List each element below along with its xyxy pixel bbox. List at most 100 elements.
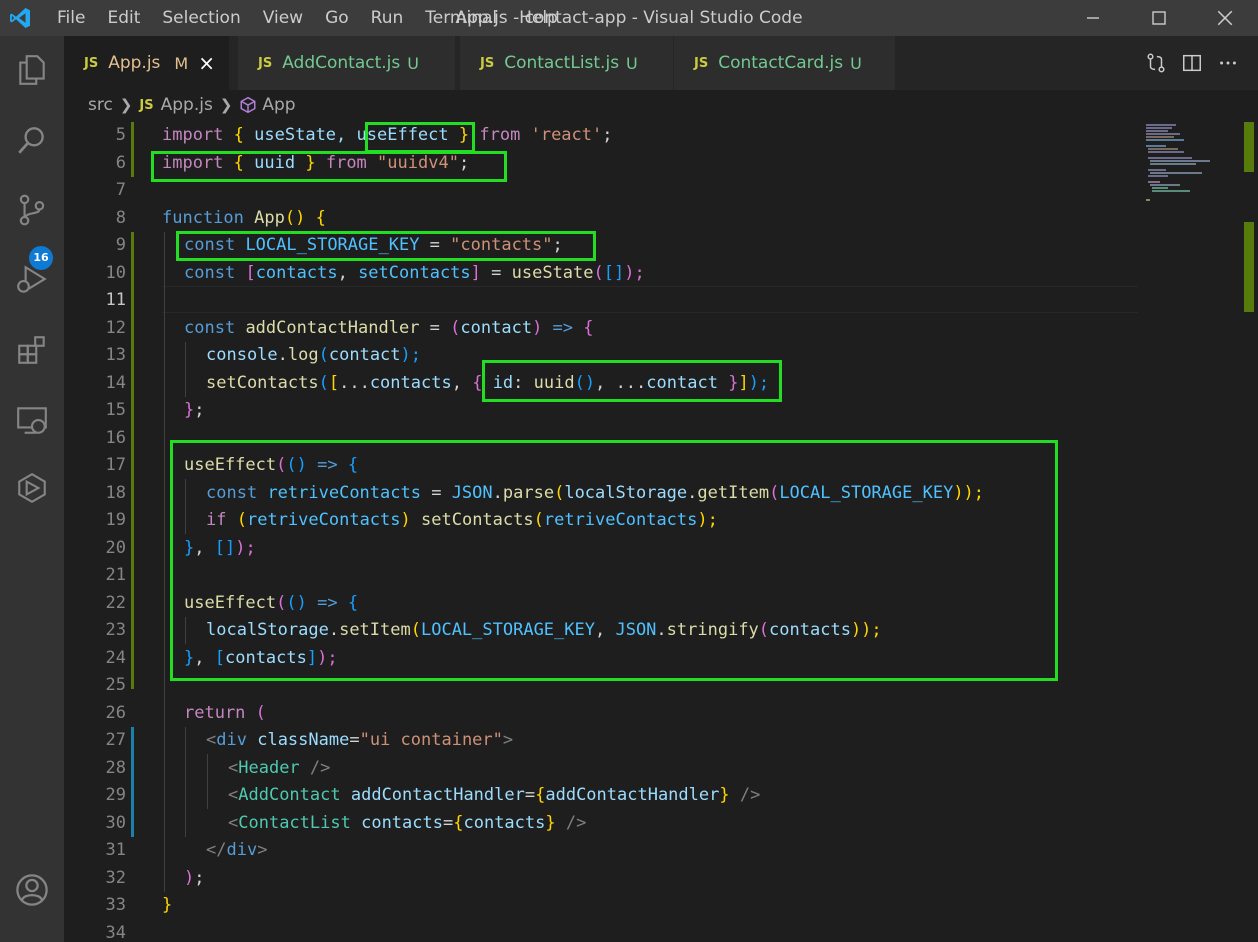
tab-app-js[interactable]: JS App.js M × (64, 36, 230, 90)
code-line-33: } (162, 895, 173, 915)
tab-status: M (174, 53, 189, 73)
menu-view[interactable]: View (263, 8, 303, 28)
line-number: 32 (105, 867, 126, 888)
js-file-icon: JS (84, 55, 99, 71)
editor-actions (1138, 36, 1246, 90)
line-number: 23 (105, 620, 126, 640)
code-editor[interactable]: 5 6 7 8 9 10 11 12 13 14 15 16 17 18 19 … (64, 122, 1258, 942)
line-number: 24 (105, 647, 126, 668)
run-debug-icon (17, 265, 47, 293)
remote-explorer-button[interactable] (0, 388, 64, 452)
js-file-icon: JS (480, 55, 495, 71)
accounts-button[interactable] (0, 858, 64, 922)
line-number: 33 (105, 895, 126, 915)
line-number: 25 (105, 675, 126, 695)
title-bar: File Edit Selection View Go Run Terminal… (0, 0, 1258, 36)
line-number-current: 11 (105, 290, 126, 310)
run-debug-button[interactable] (0, 248, 64, 312)
scrollbar-change-marker (1244, 222, 1254, 312)
tab-label: ContactList.js (504, 53, 620, 73)
line-number: 19 (105, 510, 126, 530)
minimize-icon (1087, 17, 1099, 19)
menu-edit[interactable]: Edit (107, 8, 140, 28)
minimap[interactable] (1138, 122, 1242, 202)
added-lines-marker (131, 727, 134, 837)
minimize-button[interactable] (1060, 0, 1126, 36)
menu-help[interactable]: Help (519, 8, 558, 28)
explorer-button[interactable] (0, 38, 64, 102)
indent-guide (185, 727, 186, 837)
indent-guide (164, 232, 165, 892)
menu-file[interactable]: File (57, 8, 85, 28)
packages-button[interactable] (0, 456, 64, 520)
close-tab-icon[interactable]: × (198, 51, 215, 75)
line-number: 12 (105, 317, 126, 338)
compare-changes-icon (1147, 53, 1165, 73)
line-number: 27 (105, 730, 126, 750)
extensions-button[interactable] (0, 318, 64, 382)
search-button[interactable] (0, 108, 64, 172)
tab-label: AddContact.js (282, 53, 401, 73)
split-editor-button[interactable] (1174, 48, 1210, 78)
close-window-button[interactable] (1192, 0, 1258, 36)
code-line-6: import { uuid } from "uuidv4"; (162, 152, 470, 173)
code-line-32: ); (184, 867, 205, 888)
line-number: 16 (105, 427, 126, 448)
line-number: 22 (105, 592, 126, 613)
code-line-10: const [contacts, setContacts] = useState… (184, 262, 645, 283)
tab-contactcard-js[interactable]: JS ContactCard.js U (674, 36, 896, 90)
modified-lines-marker (131, 232, 134, 689)
code-line-15: }; (184, 400, 205, 420)
line-number: 10 (105, 262, 126, 283)
indent-guide (185, 617, 186, 644)
line-number: 34 (105, 922, 126, 942)
line-number: 14 (105, 372, 126, 393)
vertical-scrollbar[interactable] (1240, 122, 1258, 942)
line-number: 17 (105, 455, 126, 475)
code-line-26: return ( (184, 702, 266, 723)
editor-tab-bar: JS App.js M × JS AddContact.js U JS Cont… (64, 36, 1258, 90)
line-number: 20 (105, 537, 126, 558)
line-number: 13 (105, 345, 126, 365)
source-control-button[interactable] (0, 178, 64, 242)
menu-run[interactable]: Run (371, 8, 404, 28)
code-line-27: <div className="ui container"> (206, 730, 514, 750)
code-line-17: useEffect(() => { (184, 455, 359, 475)
account-icon (16, 874, 48, 906)
code-line-8: function App() { (162, 207, 326, 228)
menu-selection[interactable]: Selection (162, 8, 240, 28)
tab-status: U (626, 53, 638, 73)
tab-addcontact-js[interactable]: JS AddContact.js U (238, 36, 456, 90)
code-line-14: setContacts([...contacts, { id: uuid(), … (206, 372, 770, 393)
more-actions-button[interactable] (1210, 48, 1246, 78)
chevron-right-icon: ❯ (119, 96, 133, 114)
code-line-9: const LOCAL_STORAGE_KEY = "contacts"; (184, 235, 563, 255)
indent-guide (185, 342, 186, 397)
code-line-20: }, []); (184, 537, 256, 558)
breadcrumb-folder[interactable]: src (88, 95, 113, 115)
cube-icon (18, 472, 46, 504)
menu-bar: File Edit Selection View Go Run Terminal… (46, 0, 569, 36)
code-line-24: }, [contacts]); (184, 647, 338, 668)
tab-label: ContactCard.js (718, 53, 844, 73)
breadcrumb-file[interactable]: App.js (161, 95, 213, 115)
activity-bar: 16 (0, 36, 64, 942)
split-editor-icon (1183, 54, 1201, 72)
line-number: 8 (115, 207, 126, 228)
js-file-icon: JS (258, 55, 273, 71)
code-line-30: <ContactList contacts={contacts} /> (228, 812, 587, 833)
tab-contactlist-js[interactable]: JS ContactList.js U (460, 36, 674, 90)
close-icon (1217, 10, 1233, 26)
line-number: 30 (105, 812, 126, 833)
breadcrumb-symbol[interactable]: App (262, 95, 295, 115)
code-line-5: import { useState, useEffect } from 'rea… (162, 125, 613, 145)
menu-terminal[interactable]: Terminal (425, 8, 497, 28)
maximize-button[interactable] (1126, 0, 1192, 36)
code-line-22: useEffect(() => { (184, 592, 359, 613)
open-changes-button[interactable] (1138, 48, 1174, 78)
indent-guide (207, 754, 208, 809)
js-file-icon: JS (139, 97, 154, 113)
menu-go[interactable]: Go (325, 8, 349, 28)
tab-label: App.js (108, 53, 161, 73)
js-file-icon: JS (694, 55, 709, 71)
